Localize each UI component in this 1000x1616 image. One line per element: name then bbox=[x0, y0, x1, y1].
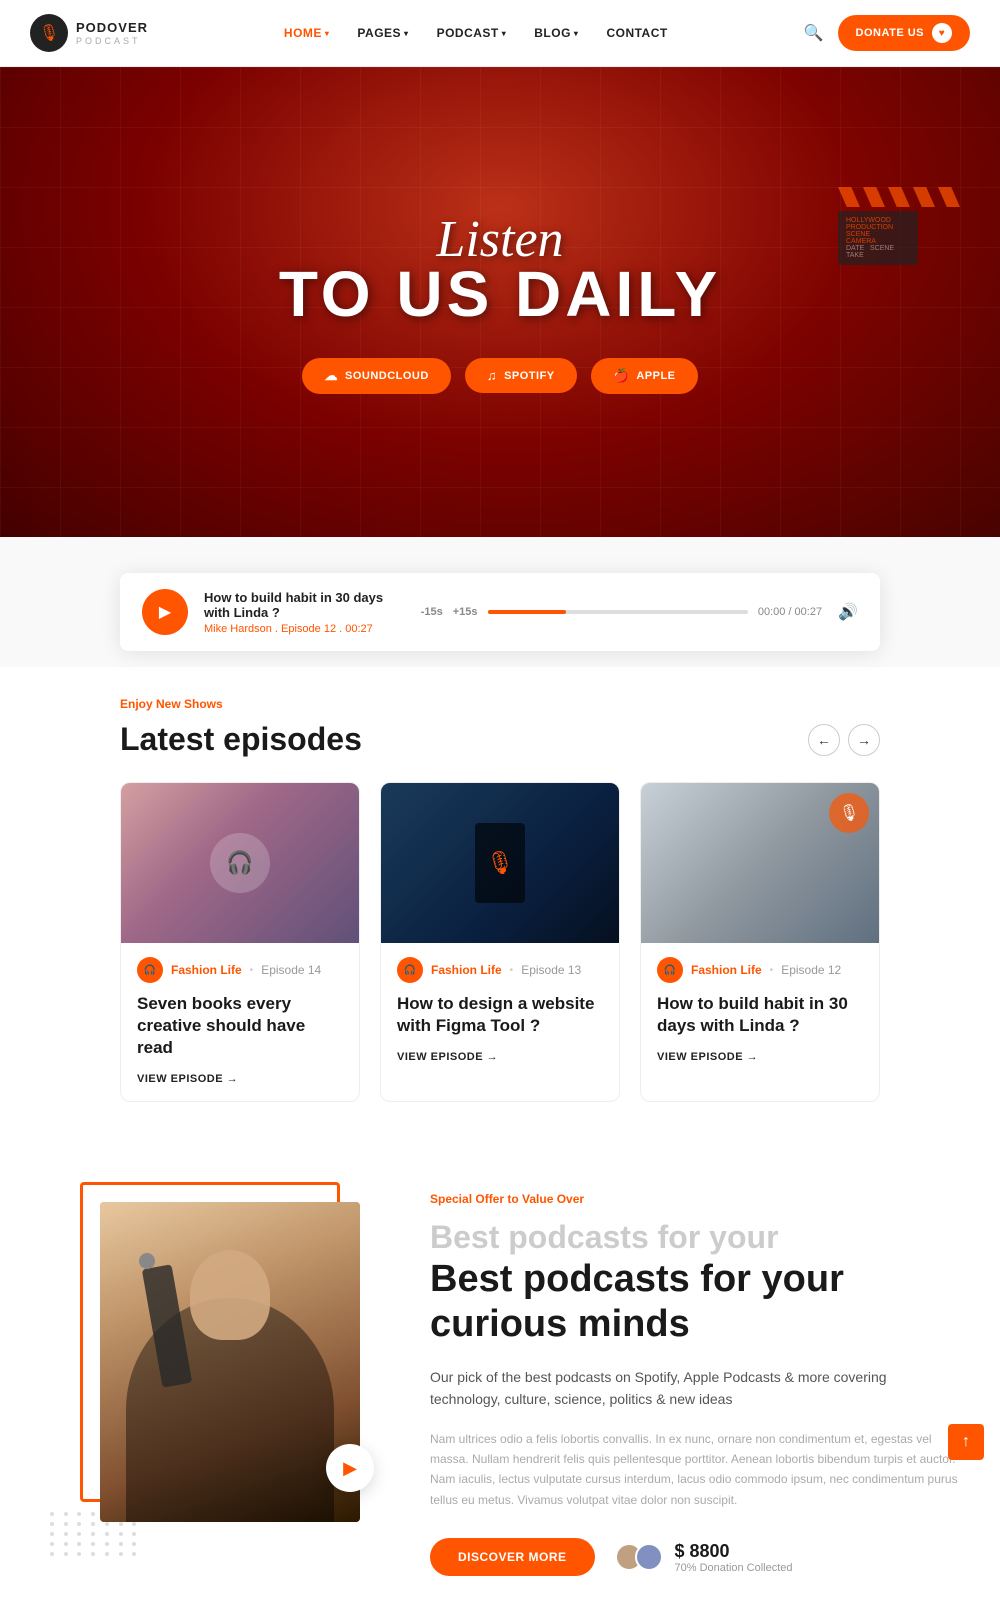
promo-title: Best podcasts for your curious minds bbox=[430, 1257, 960, 1348]
hero-tagline: TO US DAILY bbox=[279, 259, 721, 329]
progress-fill bbox=[488, 610, 566, 614]
logo-text: PODOVER PODCAST bbox=[76, 20, 148, 46]
logo-icon: 🎙 bbox=[30, 14, 68, 52]
episode-card: 🎧 🎧 Fashion Life • Episode 14 Seven book… bbox=[120, 782, 360, 1102]
player-info: How to build habit in 30 days with Linda… bbox=[204, 590, 405, 635]
forward-button[interactable]: +15s bbox=[453, 606, 478, 618]
nav-podcast[interactable]: PODCAST ▾ bbox=[437, 26, 507, 40]
carousel-arrows: ← → bbox=[808, 724, 880, 756]
spotify-icon: ♫ bbox=[487, 368, 497, 383]
rewind-button[interactable]: -15s bbox=[421, 606, 443, 618]
promo-footer: DISCOVER MORE $ 8800 70% Donation Collec… bbox=[430, 1538, 960, 1576]
episode-card: 🎙 🎧 Fashion Life • Episode 12 How to bui… bbox=[640, 782, 880, 1102]
category-icon: 🎧 bbox=[137, 957, 163, 983]
episode-body: 🎧 Fashion Life • Episode 13 How to desig… bbox=[381, 943, 619, 1079]
nav-right: 🔍 DONATE US ♥ bbox=[804, 15, 970, 51]
hero-buttons: ☁ SOUNDCLOUD ♫ SPOTIFY 🍎 APPLE bbox=[279, 358, 721, 394]
promo-label: Special Offer to Value Over bbox=[430, 1192, 960, 1206]
promo-body-text: Nam ultrices odio a felis lobortis conva… bbox=[430, 1429, 960, 1511]
donation-info: $ 8800 70% Donation Collected bbox=[615, 1541, 793, 1574]
heart-icon: ♥ bbox=[932, 23, 952, 43]
apple-icon: 🍎 bbox=[613, 368, 630, 384]
donation-details: $ 8800 70% Donation Collected bbox=[675, 1541, 793, 1574]
donor-avatar bbox=[635, 1543, 663, 1571]
promo-image-container: ▶ bbox=[0, 1152, 420, 1616]
episodes-section: Enjoy New Shows Latest episodes ← → 🎧 🎧 … bbox=[0, 667, 1000, 1122]
spotify-button[interactable]: ♫ SPOTIFY bbox=[465, 358, 577, 393]
episode-title: How to build habit in 30 days with Linda… bbox=[657, 993, 863, 1037]
episodes-grid: 🎧 🎧 Fashion Life • Episode 14 Seven book… bbox=[120, 782, 880, 1102]
promo-section: ▶ Special Offer to Value Over Best podca… bbox=[0, 1152, 1000, 1616]
episode-category: Fashion Life bbox=[431, 963, 502, 977]
episode-card: 🎙 🎧 Fashion Life • Episode 13 How to des… bbox=[380, 782, 620, 1102]
promo-image: ▶ bbox=[80, 1182, 360, 1522]
episode-thumbnail: 🎙 bbox=[641, 783, 879, 943]
episode-body: 🎧 Fashion Life • Episode 12 How to build… bbox=[641, 943, 879, 1079]
nav-pages[interactable]: PAGES ▾ bbox=[357, 26, 408, 40]
episode-thumbnail: 🎧 bbox=[121, 783, 359, 943]
episode-category: Fashion Life bbox=[171, 963, 242, 977]
view-episode-link[interactable]: VIEW EPISODE → bbox=[657, 1051, 863, 1063]
nav-blog[interactable]: BLOG ▾ bbox=[534, 26, 578, 40]
episode-thumbnail: 🎙 bbox=[381, 783, 619, 943]
donor-avatars bbox=[615, 1543, 663, 1571]
episode-meta: 🎧 Fashion Life • Episode 14 bbox=[137, 957, 343, 983]
episode-number: Episode 14 bbox=[261, 963, 321, 977]
episode-meta: 🎧 Fashion Life • Episode 13 bbox=[397, 957, 603, 983]
donation-amount: $ 8800 bbox=[675, 1541, 793, 1562]
episode-meta: 🎧 Fashion Life • Episode 12 bbox=[657, 957, 863, 983]
search-icon[interactable]: 🔍 bbox=[804, 23, 824, 43]
promo-content: Special Offer to Value Over Best podcast… bbox=[420, 1152, 1000, 1616]
clapper-decoration: HOLLYWOODPRODUCTIONSCENECAMERADATE SCENE… bbox=[838, 187, 960, 265]
episodes-label: Enjoy New Shows bbox=[120, 697, 880, 711]
player-meta: Mike Hardson . Episode 12 . 00:27 bbox=[204, 623, 405, 635]
promo-subtitle: Best podcasts for your bbox=[430, 1218, 960, 1256]
logo[interactable]: 🎙 PODOVER PODCAST bbox=[30, 14, 148, 52]
section-header: Latest episodes ← → bbox=[120, 721, 880, 758]
time-display: 00:00 / 00:27 bbox=[758, 606, 822, 618]
chevron-down-icon: ▾ bbox=[502, 29, 507, 38]
category-icon: 🎧 bbox=[397, 957, 423, 983]
donate-button[interactable]: DONATE US ♥ bbox=[838, 15, 970, 51]
promo-play-button[interactable]: ▶ bbox=[326, 1444, 374, 1492]
prev-arrow[interactable]: ← bbox=[808, 724, 840, 756]
promo-photo bbox=[100, 1202, 360, 1522]
soundcloud-icon: ☁ bbox=[324, 368, 338, 384]
chevron-down-icon: ▾ bbox=[325, 29, 330, 38]
navbar: 🎙 PODOVER PODCAST HOME ▾ PAGES ▾ PODCAST… bbox=[0, 0, 1000, 67]
hero-content: Listen TO US DAILY ☁ SOUNDCLOUD ♫ SPOTIF… bbox=[279, 210, 721, 393]
episode-body: 🎧 Fashion Life • Episode 14 Seven books … bbox=[121, 943, 359, 1101]
play-button[interactable]: ▶ bbox=[142, 589, 188, 635]
episode-number: Episode 13 bbox=[521, 963, 581, 977]
view-episode-link[interactable]: VIEW EPISODE → bbox=[397, 1051, 603, 1063]
discover-button[interactable]: DISCOVER MORE bbox=[430, 1538, 595, 1576]
scroll-top-button[interactable]: ↑ bbox=[948, 1424, 984, 1460]
donation-label: 70% Donation Collected bbox=[675, 1562, 793, 1574]
chevron-down-icon: ▾ bbox=[404, 29, 409, 38]
episode-title: Seven books every creative should have r… bbox=[137, 993, 343, 1059]
section-title: Latest episodes bbox=[120, 721, 362, 758]
hero-section: HOLLYWOODPRODUCTIONSCENECAMERADATE SCENE… bbox=[0, 67, 1000, 537]
promo-description: Our pick of the best podcasts on Spotify… bbox=[430, 1366, 960, 1411]
episode-number: Episode 12 bbox=[781, 963, 841, 977]
soundcloud-button[interactable]: ☁ SOUNDCLOUD bbox=[302, 358, 450, 394]
category-icon: 🎧 bbox=[657, 957, 683, 983]
player-controls: -15s +15s 00:00 / 00:27 bbox=[421, 606, 822, 618]
apple-button[interactable]: 🍎 APPLE bbox=[591, 358, 698, 394]
chevron-down-icon: ▾ bbox=[574, 29, 579, 38]
nav-home[interactable]: HOME ▾ bbox=[284, 26, 330, 40]
episode-category: Fashion Life bbox=[691, 963, 762, 977]
progress-bar[interactable] bbox=[488, 610, 748, 614]
nav-contact[interactable]: CONTACT bbox=[606, 26, 667, 40]
next-arrow[interactable]: → bbox=[848, 724, 880, 756]
player-title: How to build habit in 30 days with Linda… bbox=[204, 590, 405, 620]
nav-links: HOME ▾ PAGES ▾ PODCAST ▾ BLOG ▾ CONTACT bbox=[284, 26, 668, 40]
view-episode-link[interactable]: VIEW EPISODE → bbox=[137, 1073, 343, 1085]
episode-title: How to design a website with Figma Tool … bbox=[397, 993, 603, 1037]
volume-icon[interactable]: 🔊 bbox=[838, 602, 858, 622]
audio-player: ▶ How to build habit in 30 days with Lin… bbox=[120, 573, 880, 651]
